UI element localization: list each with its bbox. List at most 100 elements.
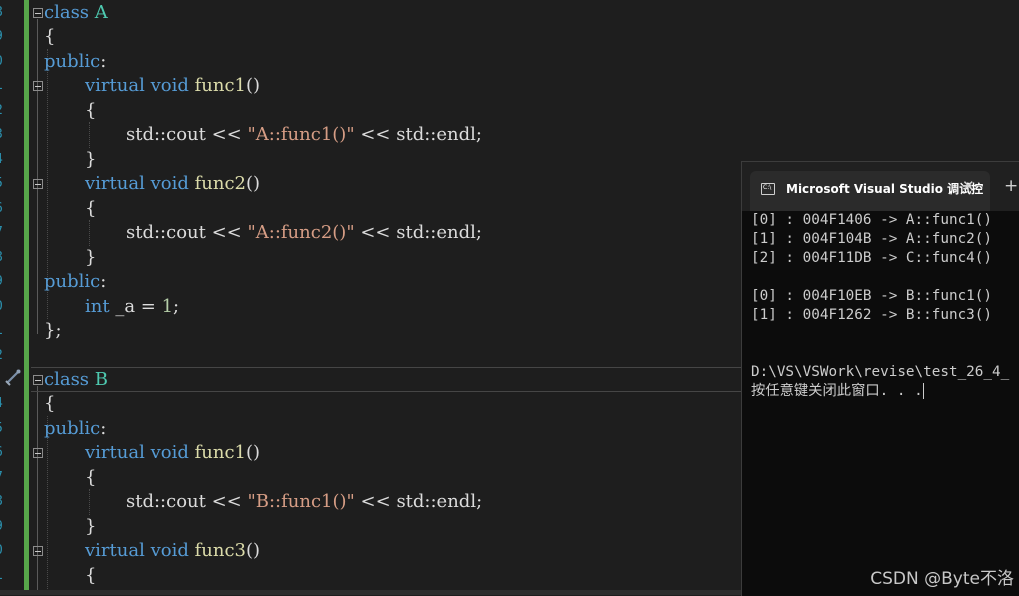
brace: { <box>85 565 97 586</box>
identifier: _a <box>115 296 136 317</box>
line-number: 9 <box>0 515 8 540</box>
brace: { <box>44 26 56 47</box>
line-number: 0 <box>0 50 8 75</box>
line-number: 5 <box>0 417 8 442</box>
identifier: std::cout <box>126 491 206 512</box>
colon: : <box>100 51 107 72</box>
semicolon: ; <box>475 222 482 243</box>
console-line: [1] : 004F104B -> A::func2() <box>751 231 993 247</box>
operator: << <box>354 491 397 512</box>
class-name: B <box>94 369 109 390</box>
operator: = <box>135 296 162 317</box>
brace: } <box>85 247 97 268</box>
console-tab-title: Microsoft Visual Studio 调试控 <box>786 182 984 196</box>
change-tracking-bar <box>24 0 29 595</box>
horizontal-scrollbar[interactable] <box>0 590 741 595</box>
parens: () <box>246 540 261 561</box>
line-number: 8 <box>0 246 8 271</box>
line-number: 3 <box>0 123 8 148</box>
collapse-icon[interactable] <box>33 8 43 18</box>
indent-guide <box>47 416 48 595</box>
new-tab-button[interactable]: + <box>1004 176 1018 196</box>
keyword: void <box>150 75 189 96</box>
brace: { <box>85 467 97 488</box>
code-line: std::cout << "B::func1()" << std::endl; <box>126 490 482 515</box>
collapse-icon[interactable] <box>33 546 43 556</box>
code-line: { <box>85 99 96 124</box>
console-line: D:\VS\VSWork\revise\test_26_4_ <box>751 364 1010 380</box>
code-line: virtual void func3() <box>85 539 260 564</box>
identifier: std::endl <box>396 222 476 243</box>
code-line: } <box>85 515 96 540</box>
collapse-icon[interactable] <box>33 448 43 458</box>
terminal-icon-text: C:\ <box>763 184 772 191</box>
indent-guide <box>89 220 90 246</box>
code-line: { <box>85 564 96 589</box>
console-prompt-line: 按任意键关闭此窗口. . . <box>751 382 1019 401</box>
close-icon[interactable]: ✕ <box>962 177 975 195</box>
code-line: class A <box>44 1 108 26</box>
watermark: CSDN @Byte不洛 <box>870 569 1014 589</box>
outline-line <box>37 19 38 334</box>
console-output: [0] : 004F1406 -> A::func1() [1] : 004F1… <box>751 211 1019 596</box>
brace: { <box>44 393 56 414</box>
console-line: [0] : 004F10EB -> B::func1() <box>751 288 993 304</box>
string-literal: "A::func2()" <box>247 222 355 243</box>
code-line: class B <box>44 368 108 393</box>
line-number: 2 <box>0 99 8 124</box>
function-name: func3 <box>194 540 247 561</box>
code-cleanup-brush-icon[interactable] <box>4 368 22 386</box>
line-number: 4 <box>0 148 8 173</box>
line-number: 7 <box>0 221 8 246</box>
function-name: func2 <box>194 173 247 194</box>
terminal-icon: C:\ <box>761 183 775 195</box>
indent-guide <box>89 122 90 148</box>
operator: << <box>205 491 248 512</box>
colon: : <box>100 418 107 439</box>
debug-console-window[interactable]: C:\ Microsoft Visual Studio 调试控 ✕ + [0] … <box>741 161 1019 596</box>
line-number: 1 <box>0 319 8 344</box>
console-line: [2] : 004F11DB -> C::func4() <box>751 250 993 266</box>
keyword: virtual <box>85 75 145 96</box>
line-number: 7 <box>0 466 8 491</box>
operator: << <box>205 124 248 145</box>
code-line: { <box>85 197 96 222</box>
line-number: 0 <box>0 295 8 320</box>
console-tab[interactable]: C:\ Microsoft Visual Studio 调试控 ✕ <box>750 171 990 211</box>
colon: : <box>100 271 107 292</box>
code-line: std::cout << "A::func2()" << std::endl; <box>126 221 482 246</box>
line-number: 8 <box>0 490 8 515</box>
operator: << <box>354 222 397 243</box>
semicolon: ; <box>173 296 180 317</box>
access-specifier: public <box>44 271 101 292</box>
brace: } <box>85 516 97 537</box>
code-line: public: <box>44 50 106 75</box>
keyword: void <box>150 540 189 561</box>
current-line-highlight <box>31 367 741 392</box>
line-number: 9 <box>0 270 8 295</box>
line-number: 2 <box>0 344 8 369</box>
access-specifier: public <box>44 418 101 439</box>
parens: () <box>246 442 261 463</box>
code-line: { <box>44 25 55 50</box>
console-line: [0] : 004F1406 -> A::func1() <box>751 212 993 228</box>
operator: << <box>205 222 248 243</box>
semicolon: ; <box>476 491 483 512</box>
code-line: virtual void func2() <box>85 172 260 197</box>
code-line: int _a = 1; <box>85 295 179 320</box>
code-line: } <box>85 246 96 271</box>
collapse-icon[interactable] <box>33 179 43 189</box>
indent-guide <box>89 489 90 515</box>
keyword: virtual <box>85 173 145 194</box>
console-line: [1] : 004F1262 -> B::func3() <box>751 307 993 323</box>
code-line: { <box>44 392 55 417</box>
semicolon: ; <box>475 124 482 145</box>
line-number: 1 <box>0 564 8 589</box>
identifier: std::endl <box>396 124 476 145</box>
parens: () <box>246 75 261 96</box>
brace: { <box>85 100 97 121</box>
string-literal: "A::func1()" <box>247 124 355 145</box>
collapse-icon[interactable] <box>33 81 43 91</box>
code-line: public: <box>44 417 106 442</box>
